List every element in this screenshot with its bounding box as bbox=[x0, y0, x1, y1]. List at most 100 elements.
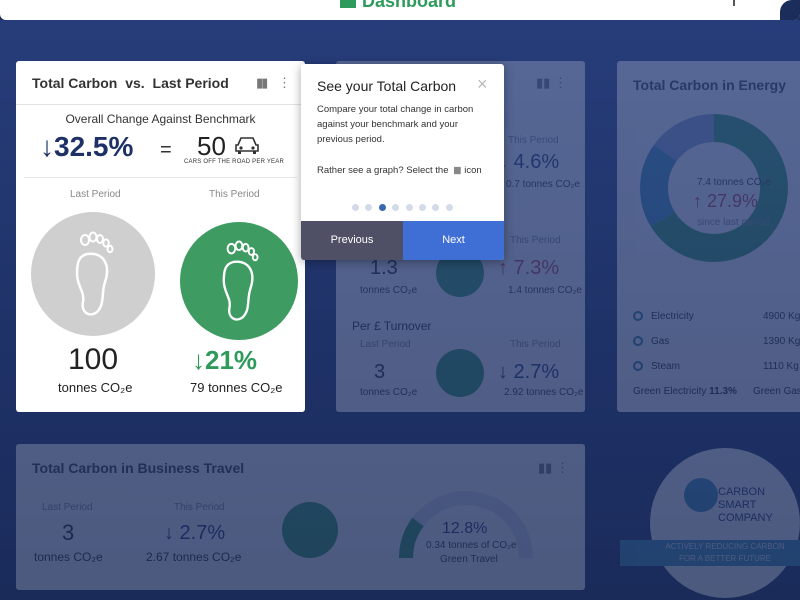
travel-last-value: 3 bbox=[62, 520, 75, 545]
middle-mid-unit: tonnes CO₂e bbox=[360, 285, 418, 296]
travel-this-sub: 2.67 tonnes CO₂e bbox=[146, 550, 242, 564]
step-dot[interactable] bbox=[392, 204, 400, 211]
turnover-last-value: 3 bbox=[374, 361, 386, 383]
last-period-value: 100 bbox=[68, 343, 119, 376]
green-electricity-label: Green Electricity bbox=[633, 386, 707, 397]
middle-card-icons: ▮▮ ⋮ bbox=[536, 75, 567, 91]
middle-top-sub: 0.7 tonnes CO₂e bbox=[506, 179, 580, 190]
gauge-label: Green Travel bbox=[440, 554, 498, 565]
last-period-unit: tonnes CO₂e bbox=[58, 380, 133, 395]
car-icon bbox=[282, 502, 338, 558]
middle-mid-sub: 1.4 tonnes CO₂e bbox=[508, 285, 582, 296]
badge-ribbon-line1: ACTIVELY REDUCING CARBON bbox=[665, 542, 785, 551]
badge-line2: SMART bbox=[718, 499, 757, 511]
section-divider bbox=[24, 177, 297, 178]
gauge-sub: 0.34 tonnes of CO₂e bbox=[426, 540, 517, 551]
turnover-title: Per £ Turnover bbox=[352, 319, 432, 333]
carbon-smart-badge: CARBON SMART COMPANY ACTIVELY REDUCING C… bbox=[620, 448, 800, 598]
step-dot[interactable] bbox=[405, 204, 413, 211]
more-icon[interactable]: ⋮ bbox=[554, 75, 567, 90]
middle-mid-this-label: This Period bbox=[510, 235, 561, 246]
coins-icon bbox=[436, 349, 484, 397]
travel-this-change: ↓ 2.7% bbox=[164, 522, 226, 544]
car-icon bbox=[234, 135, 260, 155]
title-total-carbon: Total Carbon bbox=[32, 75, 118, 91]
step-dot[interactable] bbox=[445, 204, 453, 211]
middle-this-label: This Period bbox=[508, 135, 559, 146]
topbar-tick bbox=[733, 0, 735, 6]
donut-since: since last period bbox=[697, 217, 770, 228]
turnover-last-unit: tonnes CO₂e bbox=[360, 387, 418, 398]
gas-value: 1390 Kg bbox=[763, 336, 800, 347]
energy-title: Total Carbon in Energy bbox=[633, 77, 786, 93]
bar-chart-icon[interactable]: ▮▮ bbox=[256, 75, 268, 90]
footprint-icon bbox=[222, 240, 259, 321]
middle-mid-value: 1.3 bbox=[370, 257, 398, 279]
steam-legend-dot bbox=[633, 361, 643, 371]
step-dot[interactable] bbox=[378, 204, 386, 211]
badge-ribbon: ACTIVELY REDUCING CARBON FOR A BETTER FU… bbox=[620, 540, 800, 566]
total-carbon-card: Total Carbon vs. Last Period ▮▮ ⋮ Overal… bbox=[16, 61, 305, 412]
badge-foot-icon bbox=[684, 478, 718, 512]
this-period-label: This Period bbox=[209, 189, 260, 200]
tour-popover: See your Total Carbon × Compare your tot… bbox=[301, 64, 504, 260]
steam-value: 1110 Kg bbox=[763, 361, 799, 372]
electricity-label: Electricity bbox=[651, 311, 694, 322]
travel-last-label: Last Period bbox=[42, 502, 93, 513]
badge-line1: CARBON bbox=[718, 486, 766, 498]
more-icon[interactable]: ⋮ bbox=[278, 75, 291, 90]
dashboard-icon bbox=[340, 0, 356, 9]
energy-donut bbox=[640, 114, 788, 262]
bar-chart-icon[interactable]: ▮▮ bbox=[536, 75, 550, 90]
this-period-value: 79 tonnes CO₂e bbox=[190, 380, 283, 395]
benchmark-label: Overall Change Against Benchmark bbox=[65, 112, 256, 126]
green-electricity: Green Electricity 11.3% bbox=[633, 386, 737, 397]
title-last-period: Last Period bbox=[152, 75, 229, 91]
last-period-label: Last Period bbox=[70, 189, 121, 200]
main-card-icons: ▮▮ ⋮ bbox=[256, 75, 291, 91]
next-button[interactable]: Next bbox=[403, 221, 504, 260]
step-dot[interactable] bbox=[419, 204, 426, 211]
popover-hint-b: icon bbox=[464, 165, 482, 176]
topbar-corner bbox=[780, 0, 800, 20]
cars-label: CARS OFF THE ROAD PER YEAR bbox=[184, 159, 284, 165]
popover-title: See your Total Carbon bbox=[317, 78, 457, 94]
turnover-last-label: Last Period bbox=[360, 339, 411, 350]
bar-chart-icon[interactable]: ▮▮ bbox=[538, 460, 552, 475]
turnover-sub: 2.92 tonnes CO₂e bbox=[504, 387, 584, 398]
travel-this-label: This Period bbox=[174, 502, 225, 513]
gauge-value: 12.8% bbox=[442, 520, 488, 537]
green-gas-label: Green Gas bbox=[753, 386, 800, 397]
gas-legend-dot bbox=[633, 336, 643, 346]
popover-hint: Rather see a graph? Select the ▮▮ icon bbox=[317, 165, 482, 176]
turnover-change: ↓ 2.7% bbox=[498, 361, 560, 383]
more-icon[interactable]: ⋮ bbox=[556, 460, 569, 475]
total-carbon-card-header: Total Carbon vs. Last Period ▮▮ ⋮ bbox=[16, 61, 305, 105]
total-carbon-title: Total Carbon vs. Last Period bbox=[32, 75, 229, 91]
footprint-icon bbox=[75, 231, 114, 316]
previous-button[interactable]: Previous bbox=[301, 221, 403, 260]
dashboard-title: Dashboard bbox=[340, 0, 456, 12]
equals-sign: = bbox=[160, 139, 172, 161]
gas-label: Gas bbox=[651, 336, 670, 347]
step-dot[interactable] bbox=[365, 204, 373, 211]
turnover-this-label: This Period bbox=[510, 339, 561, 350]
electricity-legend-dot bbox=[633, 311, 643, 321]
popover-body: Compare your total change in carbon agai… bbox=[317, 104, 474, 145]
travel-last-unit: tonnes CO₂e bbox=[34, 550, 103, 564]
middle-mid-change: ↑ 7.3% bbox=[498, 257, 560, 279]
badge-ribbon-line2: FOR A BETTER FUTURE bbox=[678, 554, 771, 563]
step-dot[interactable] bbox=[432, 204, 440, 211]
last-period-circle bbox=[31, 212, 155, 336]
close-icon[interactable]: × bbox=[477, 74, 488, 95]
dashboard-title-text: Dashboard bbox=[362, 0, 457, 11]
travel-card-icons: ▮▮ ⋮ bbox=[538, 460, 569, 476]
benchmark-change: ↓32.5% bbox=[40, 131, 134, 162]
bar-chart-icon: ▮▮ bbox=[453, 165, 462, 176]
travel-title: Total Carbon in Business Travel bbox=[32, 460, 245, 476]
electricity-value: 4900 Kg bbox=[763, 311, 800, 322]
title-vs: vs. bbox=[125, 75, 145, 91]
popover-hint-a: Rather see a graph? Select the bbox=[317, 165, 449, 176]
step-dot[interactable] bbox=[352, 204, 359, 211]
badge-line3: COMPANY bbox=[718, 512, 773, 524]
